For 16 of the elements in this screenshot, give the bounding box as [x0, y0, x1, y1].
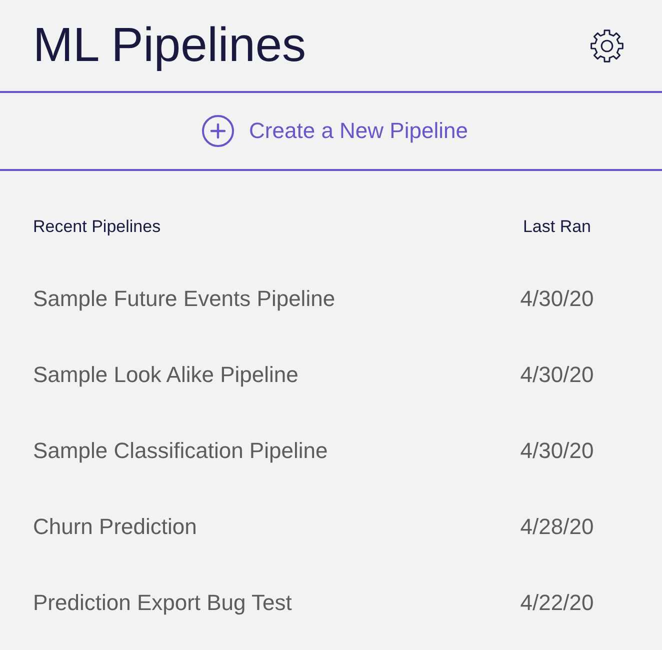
page-title: ML Pipelines — [33, 22, 306, 70]
plus-circle-icon — [202, 115, 234, 147]
last-ran-date: 4/30/20 — [520, 438, 594, 464]
create-pipeline-button[interactable]: Create a New Pipeline — [202, 115, 468, 147]
pipeline-name[interactable]: Sample Future Events Pipeline — [33, 286, 336, 311]
column-header: Recent Pipelines — [33, 217, 161, 236]
column-header: Last Ran — [522, 217, 592, 237]
pipeline-name[interactable]: Sample Look Alike Pipeline — [33, 362, 298, 387]
last-ran-date: 4/30/20 — [520, 286, 594, 312]
pipeline-name[interactable]: Prediction Export Bug Test — [33, 590, 292, 615]
settings-icon[interactable] — [590, 28, 624, 62]
last-ran-date: 4/28/20 — [520, 514, 594, 540]
pipeline-name[interactable]: Sample Classification Pipeline — [33, 438, 328, 463]
last-ran-date: 4/22/20 — [520, 590, 594, 616]
last-ran-date: 4/30/20 — [520, 362, 594, 388]
pipeline-name[interactable]: Churn Prediction — [33, 514, 197, 539]
